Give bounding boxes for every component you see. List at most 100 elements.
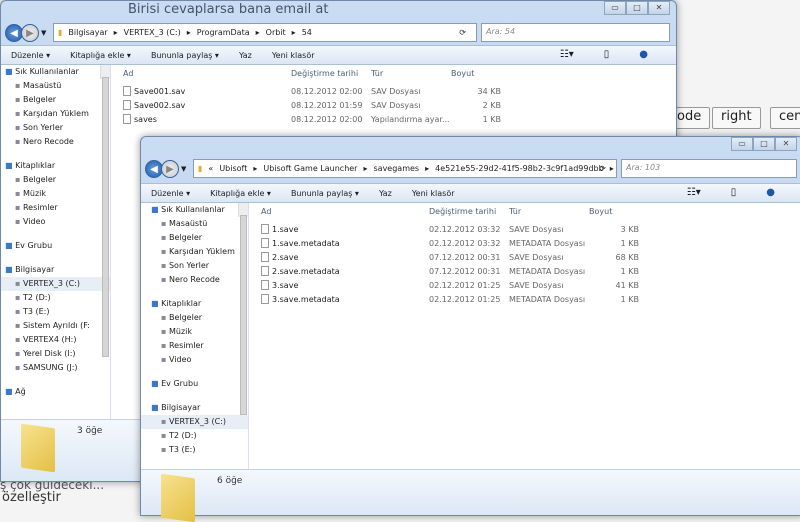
view-options-icon[interactable]: ☷▾ bbox=[687, 187, 701, 198]
file-row[interactable]: 3.save 02.12.2012 01:25 SAVE Dosyası 41 … bbox=[249, 279, 669, 293]
nav-item[interactable]: ■ Ev Grubu bbox=[141, 377, 248, 391]
maximize-button[interactable]: □ bbox=[626, 1, 648, 15]
breadcrumb-item[interactable]: savegames bbox=[374, 164, 420, 173]
file-row[interactable]: Save002.sav 08.12.2012 01:59 SAV Dosyası… bbox=[111, 99, 531, 113]
breadcrumb-item[interactable]: VERTEX_3 (C:) bbox=[124, 28, 181, 37]
nav-item[interactable]: ■ Ev Grubu bbox=[1, 239, 110, 253]
file-row[interactable]: 3.save.metadata 02.12.2012 01:25 METADAT… bbox=[249, 293, 669, 307]
nav-item[interactable]: ▪ Masaüstü bbox=[1, 79, 110, 93]
center-button[interactable]: cen bbox=[770, 107, 800, 129]
nav-item[interactable]: ■ Ağ bbox=[1, 385, 110, 399]
nav-item[interactable]: ■ Sık Kullanılanlar bbox=[141, 203, 248, 217]
help-icon[interactable]: ● bbox=[639, 49, 648, 60]
chevron-right-icon[interactable]: ▸ bbox=[253, 164, 257, 173]
column-header[interactable]: Ad bbox=[261, 205, 271, 219]
toolbar-button[interactable]: Yeni klasör bbox=[412, 189, 455, 198]
file-row[interactable]: Save001.sav 08.12.2012 02:00 SAV Dosyası… bbox=[111, 85, 531, 99]
breadcrumb-item[interactable]: ProgramData bbox=[197, 28, 250, 37]
toolbar-button[interactable]: Bununla paylaş ▾ bbox=[291, 189, 359, 198]
nav-item[interactable]: ■ Kitaplıklar bbox=[1, 159, 110, 173]
recent-dropdown-icon[interactable]: ▼ bbox=[181, 165, 186, 173]
minimize-button[interactable]: ▭ bbox=[731, 137, 753, 151]
nav-item[interactable]: ▪ VERTEX4 (H:) bbox=[1, 333, 110, 347]
nav-item[interactable]: ▪ T3 (E:) bbox=[1, 305, 110, 319]
nav-item[interactable]: ▪ Belgeler bbox=[141, 311, 248, 325]
nav-item[interactable]: ▪ Son Yerler bbox=[1, 121, 110, 135]
nav-item[interactable]: ▪ Belgeler bbox=[141, 231, 248, 245]
file-row[interactable]: 1.save.metadata 02.12.2012 03:32 METADAT… bbox=[249, 237, 669, 251]
preview-pane-icon[interactable]: ▯ bbox=[731, 187, 737, 198]
file-row[interactable]: saves 08.12.2012 02:00 Yapılandırma ayar… bbox=[111, 113, 531, 127]
chevron-right-icon[interactable]: ▸ bbox=[256, 28, 260, 37]
close-button[interactable]: ✕ bbox=[775, 137, 797, 151]
column-header[interactable]: Tür bbox=[509, 205, 521, 219]
nav-item[interactable]: ▪ Video bbox=[1, 215, 110, 229]
toolbar-button[interactable]: Düzenle ▾ bbox=[151, 189, 190, 198]
nav-item[interactable]: ▪ Belgeler bbox=[1, 173, 110, 187]
nav-item[interactable]: ■ Sık Kullanılanlar bbox=[1, 65, 110, 79]
toolbar-button[interactable]: Kitaplığa ekle ▾ bbox=[70, 51, 131, 60]
column-header[interactable]: Boyut bbox=[589, 205, 612, 219]
refresh-icon[interactable]: ⟳ bbox=[459, 28, 466, 37]
close-button[interactable]: ✕ bbox=[648, 1, 670, 15]
toolbar-button[interactable]: Yaz bbox=[239, 51, 252, 60]
nav-item[interactable]: ▪ Son Yerler bbox=[141, 259, 248, 273]
maximize-button[interactable]: □ bbox=[753, 137, 775, 151]
refresh-icon[interactable]: ⟳ bbox=[599, 164, 606, 173]
column-header[interactable]: Tür bbox=[371, 67, 383, 81]
recent-dropdown-icon[interactable]: ▼ bbox=[41, 29, 46, 37]
nav-item[interactable]: ■ Bilgisayar bbox=[141, 401, 248, 415]
nav-item[interactable]: ▪ Karşıdan Yüklem bbox=[141, 245, 248, 259]
chevron-right-icon[interactable]: ▸ bbox=[292, 28, 296, 37]
search-input[interactable]: Ara: 54 bbox=[481, 23, 670, 42]
minimize-button[interactable]: ▭ bbox=[604, 1, 626, 15]
nav-item[interactable]: ■ Bilgisayar bbox=[1, 263, 110, 277]
nav-scrollbar[interactable] bbox=[100, 65, 110, 357]
breadcrumb-item[interactable]: 54 bbox=[302, 28, 312, 37]
nav-item[interactable]: ▪ T3 (E:) bbox=[141, 443, 248, 457]
breadcrumb-item[interactable]: Orbit bbox=[266, 28, 286, 37]
customize-link[interactable]: özelleştir bbox=[2, 490, 61, 505]
address-bar[interactable]: ▮ « Ubisoft ▸ Ubisoft Game Launcher ▸ savegame… bbox=[193, 159, 617, 178]
forward-button[interactable]: ▶ bbox=[21, 24, 39, 42]
chevron-right-icon[interactable]: ▸ bbox=[425, 164, 429, 173]
column-header[interactable]: Değiştirme tarihi bbox=[429, 205, 496, 219]
nav-item[interactable]: ▪ VERTEX_3 (C:) bbox=[141, 415, 248, 429]
nav-item[interactable]: ▪ Nero Recode bbox=[141, 273, 248, 287]
toolbar-button[interactable]: Bununla paylaş ▾ bbox=[151, 51, 219, 60]
breadcrumb-item[interactable]: Ubisoft Game Launcher bbox=[263, 164, 357, 173]
file-row[interactable]: 2.save 07.12.2012 00:31 SAVE Dosyası 68 … bbox=[249, 251, 669, 265]
nav-item[interactable]: ■ Kitaplıklar bbox=[141, 297, 248, 311]
address-bar[interactable]: ▮ Bilgisayar ▸ VERTEX_3 (C:) ▸ ProgramData ▸ Or… bbox=[53, 23, 477, 42]
chevron-right-icon[interactable]: ▸ bbox=[187, 28, 191, 37]
view-options-icon[interactable]: ☷▾ bbox=[560, 49, 574, 60]
chevron-right-icon[interactable]: ▸ bbox=[610, 164, 614, 173]
column-header[interactable]: Ad bbox=[123, 67, 133, 81]
column-header[interactable]: Değiştirme tarihi bbox=[291, 67, 358, 81]
forward-button[interactable]: ▶ bbox=[161, 160, 179, 178]
nav-scrollbar[interactable] bbox=[238, 203, 248, 415]
nav-item[interactable]: ▪ T2 (D:) bbox=[1, 291, 110, 305]
nav-item[interactable]: ▪ Yerel Disk (I:) bbox=[1, 347, 110, 361]
column-header[interactable]: Boyut bbox=[451, 67, 474, 81]
nav-item[interactable]: ▪ Karşıdan Yüklem bbox=[1, 107, 110, 121]
nav-item[interactable]: ▪ Video bbox=[141, 353, 248, 367]
preview-pane-icon[interactable]: ▯ bbox=[604, 49, 610, 60]
chevron-right-icon[interactable]: ▸ bbox=[114, 28, 118, 37]
help-icon[interactable]: ● bbox=[766, 187, 775, 198]
toolbar-button[interactable]: Yaz bbox=[379, 189, 392, 198]
nav-item[interactable]: ▪ T2 (D:) bbox=[141, 429, 248, 443]
file-row[interactable]: 2.save.metadata 07.12.2012 00:31 METADAT… bbox=[249, 265, 669, 279]
right-button[interactable]: right bbox=[712, 107, 761, 129]
nav-item[interactable]: ▪ Müzik bbox=[141, 325, 248, 339]
breadcrumb-item[interactable]: Ubisoft bbox=[219, 164, 247, 173]
nav-item[interactable]: ▪ Sistem Ayrıldı (F: bbox=[1, 319, 110, 333]
nav-item[interactable]: ▪ SAMSUNG (J:) bbox=[1, 361, 110, 375]
nav-item[interactable]: ▪ Resimler bbox=[141, 339, 248, 353]
toolbar-button[interactable]: Düzenle ▾ bbox=[11, 51, 50, 60]
chevron-right-icon[interactable]: ▸ bbox=[363, 164, 367, 173]
search-input[interactable]: Ara: 103 bbox=[621, 159, 797, 178]
breadcrumb-item[interactable]: 4e521e55-29d2-41f5-98b2-3c9f1ad99dbb bbox=[435, 164, 604, 173]
toolbar-button[interactable]: Yeni klasör bbox=[272, 51, 315, 60]
nav-item[interactable]: ▪ VERTEX_3 (C:) bbox=[1, 277, 110, 291]
